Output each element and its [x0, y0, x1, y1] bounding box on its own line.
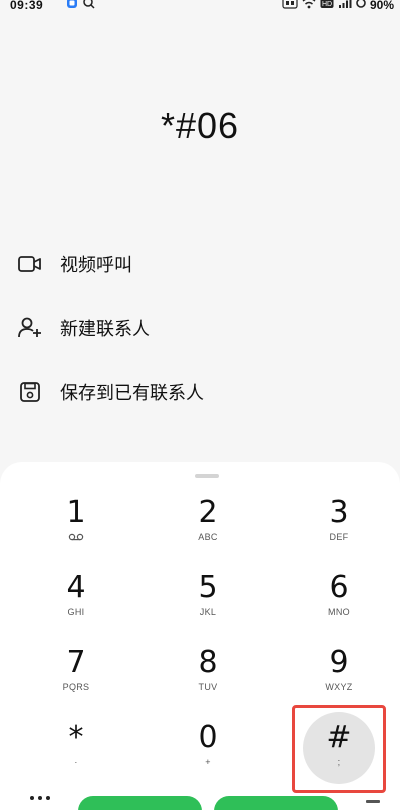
voicemail-icon: [68, 531, 84, 542]
key-4[interactable]: 4 GHI: [33, 572, 119, 642]
key-2[interactable]: 2 ABC: [165, 497, 251, 567]
key-star[interactable]: * ·: [33, 722, 119, 792]
cloud-sync-icon: [82, 0, 96, 12]
key-1[interactable]: 1: [33, 497, 119, 567]
key-5[interactable]: 5 JKL: [165, 572, 251, 642]
drag-handle[interactable]: [195, 474, 219, 478]
save-to-contact-action[interactable]: 保存到已有联系人: [16, 376, 204, 408]
key-3[interactable]: 3 DEF: [296, 497, 382, 567]
video-call-icon: [16, 250, 44, 278]
call-sim2-button[interactable]: [214, 796, 338, 810]
battery-icon: [356, 0, 366, 12]
key-7[interactable]: 7 PQRS: [33, 647, 119, 717]
key-0[interactable]: 0 +: [165, 722, 251, 792]
more-options-icon[interactable]: [30, 796, 50, 800]
battery-percent: 90%: [369, 0, 394, 12]
status-time: 09:39: [10, 0, 44, 12]
video-call-action[interactable]: 视频呼叫: [16, 248, 132, 280]
key-8[interactable]: 8 TUV: [165, 647, 251, 717]
dialed-number[interactable]: *#06: [0, 105, 400, 147]
video-call-label: 视频呼叫: [60, 255, 132, 276]
hd-icon: HD: [320, 0, 334, 12]
app-notification-icon: [66, 0, 78, 12]
signal-icon: [338, 0, 352, 12]
save-to-contact-label: 保存到已有联系人: [60, 383, 204, 404]
save-icon: [16, 378, 44, 406]
svg-text:HD: HD: [322, 1, 332, 8]
call-sim1-button[interactable]: [78, 796, 202, 810]
wifi-icon: [302, 0, 316, 12]
status-bar: 09:39 HD 90%: [0, 0, 400, 14]
key-6[interactable]: 6 MNO: [296, 572, 382, 642]
nfc-icon: [282, 0, 298, 12]
add-contact-action[interactable]: 新建联系人: [16, 312, 150, 344]
hash-key-highlight: [292, 705, 386, 793]
add-contact-icon: [16, 314, 44, 342]
add-contact-label: 新建联系人: [60, 319, 150, 340]
delete-icon[interactable]: [366, 800, 380, 803]
